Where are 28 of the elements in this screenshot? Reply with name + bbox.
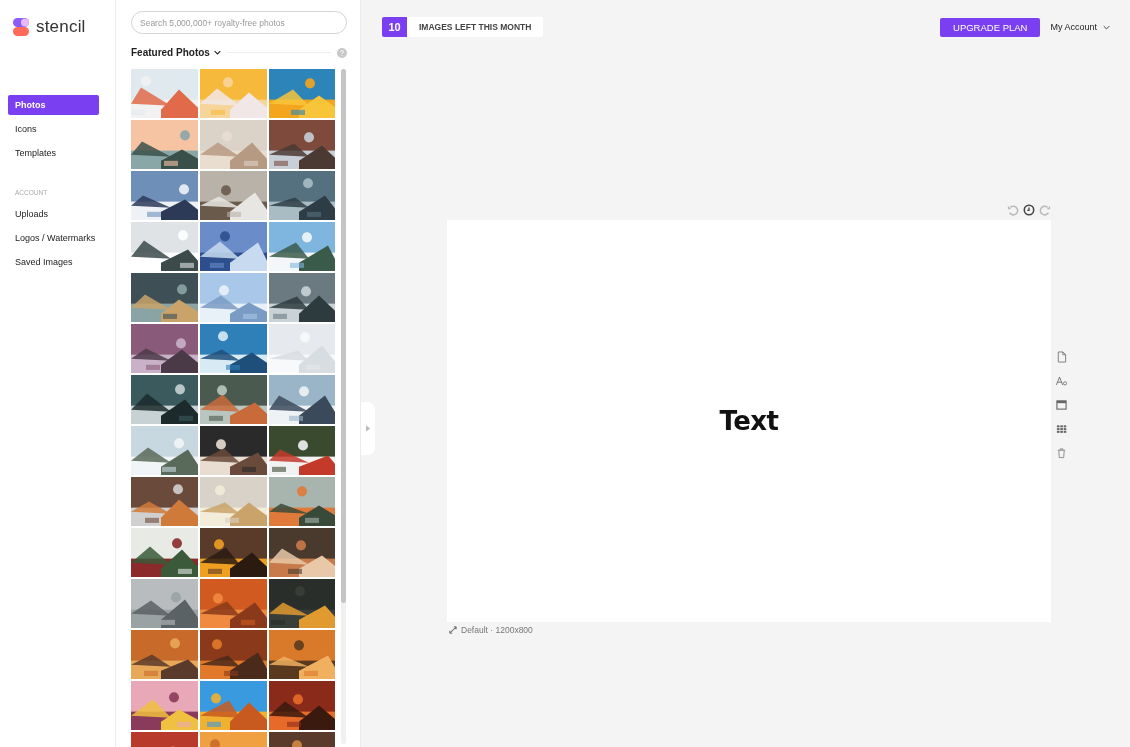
logo-icon — [12, 18, 30, 36]
collapse-handle[interactable] — [361, 402, 375, 455]
chevron-down-icon — [1103, 24, 1110, 30]
quota-label: IMAGES LEFT THIS MONTH — [418, 21, 533, 34]
window-icon[interactable] — [1056, 399, 1067, 411]
sidebar-item[interactable]: Uploads — [8, 204, 99, 224]
canvas[interactable]: Text — [447, 220, 1051, 622]
font-icon[interactable] — [1056, 375, 1067, 387]
account-menu[interactable]: My Account — [1050, 22, 1110, 32]
canvas-text[interactable]: Text — [719, 406, 779, 436]
chevron-down-icon — [213, 50, 221, 55]
logo-text: stencil — [36, 17, 86, 37]
upgrade-button[interactable]: UPGRADE PLAN — [940, 17, 1041, 37]
sidebar-item[interactable]: Saved Images — [8, 252, 99, 272]
search-field[interactable]: Search 5,000,000+ royalty-free photos — [131, 11, 347, 34]
scrollbar-thumb[interactable] — [341, 69, 346, 603]
trash-icon[interactable] — [1056, 447, 1067, 459]
sidebar-item[interactable]: Icons — [8, 119, 99, 139]
history-icon[interactable] — [1023, 204, 1035, 216]
sidebar-item[interactable]: Templates — [8, 143, 99, 163]
sidebar-item[interactable]: Logos / Watermarks — [8, 228, 99, 248]
page-icon[interactable] — [1056, 351, 1067, 363]
quota-count: 10 — [382, 17, 407, 37]
sidebar-item[interactable]: Photos — [8, 95, 99, 115]
resize-icon[interactable] — [449, 626, 457, 634]
featured-photos-dropdown[interactable]: Featured Photos — [131, 47, 221, 58]
grid-icon[interactable] — [1056, 423, 1067, 435]
canvas-size-label[interactable]: Default · 1200x800 — [461, 625, 533, 635]
